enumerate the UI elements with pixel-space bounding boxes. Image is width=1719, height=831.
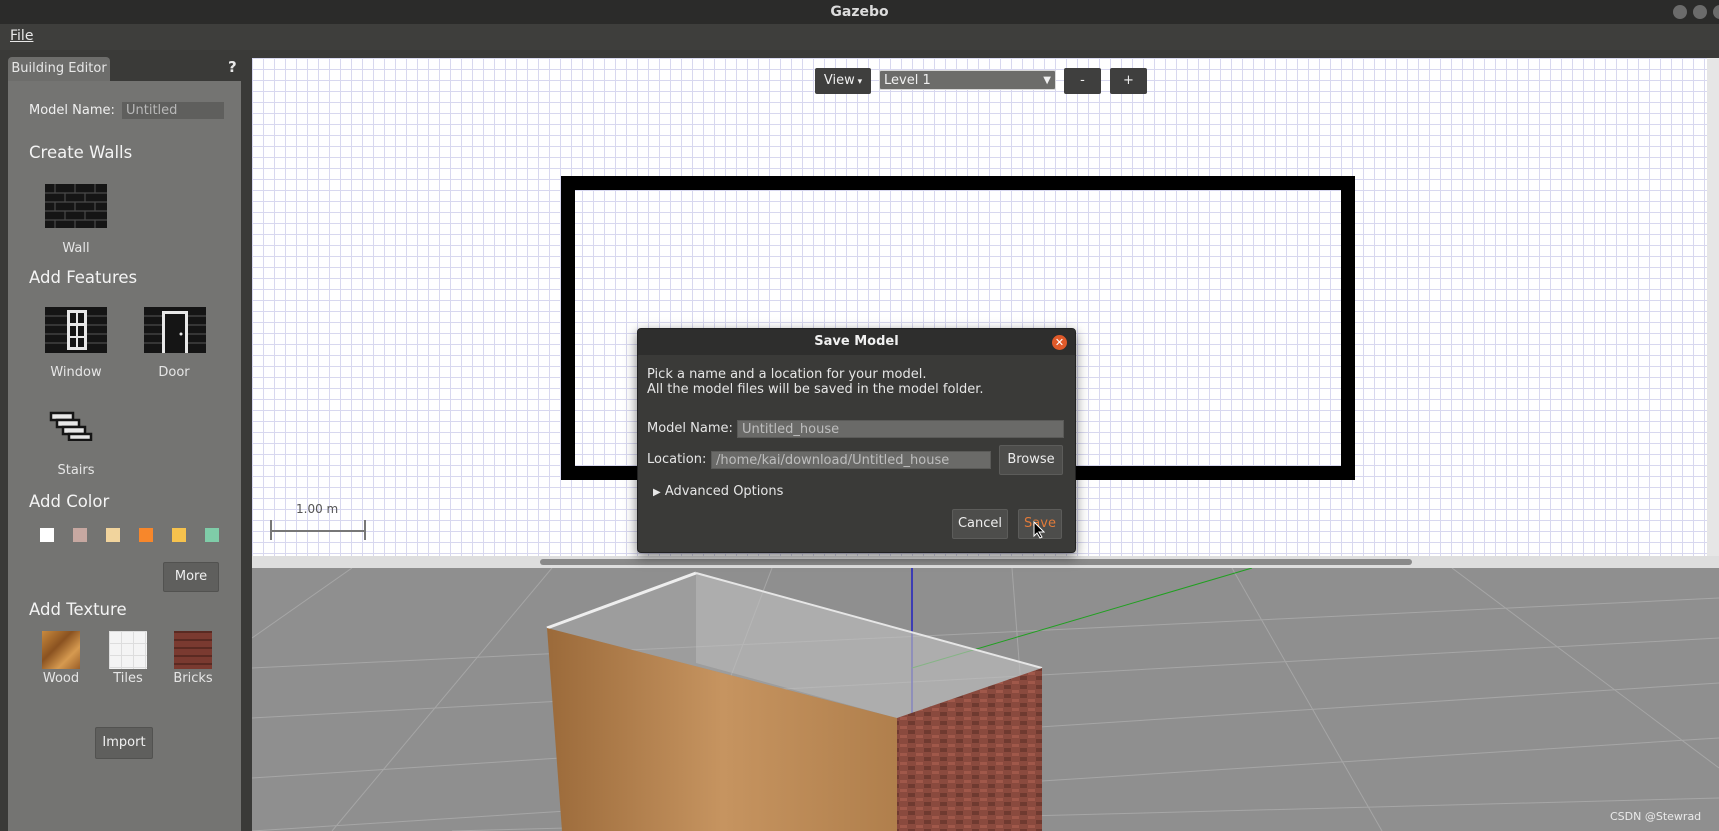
color-swatch-orange[interactable] [139, 528, 153, 542]
model-name-input[interactable]: Untitled_house [737, 420, 1064, 438]
advanced-options-label: Advanced Options [664, 484, 784, 499]
expand-triangle-icon: ▶ [653, 487, 661, 498]
location-input[interactable]: /home/kai/download/Untitled_house [711, 451, 991, 469]
level-label: Level 1 [884, 73, 931, 88]
wall-label: Wall [62, 241, 90, 256]
tab-building-editor[interactable]: Building Editor [8, 57, 110, 81]
import-button[interactable]: Import [95, 727, 153, 759]
cancel-button[interactable]: Cancel [952, 509, 1008, 539]
color-swatch-pink[interactable] [73, 528, 87, 542]
door-icon[interactable] [144, 307, 206, 353]
add-color-heading: Add Color [29, 492, 110, 511]
3d-preview-view[interactable] [252, 568, 1719, 831]
stairs-label: Stairs [57, 463, 95, 478]
color-swatch-green[interactable] [205, 528, 219, 542]
create-walls-heading: Create Walls [29, 143, 133, 162]
scale-label: 1.00 m [296, 502, 339, 516]
mouse-cursor-icon [1033, 520, 1046, 543]
door-label: Door [158, 365, 190, 380]
add-features-heading: Add Features [29, 268, 138, 287]
color-swatch-yellow[interactable] [172, 528, 186, 542]
window-icon[interactable] [45, 307, 107, 353]
color-swatch-white[interactable] [40, 528, 54, 542]
help-icon[interactable]: ? [228, 58, 237, 76]
watermark: CSDN @Stewrad [1610, 810, 1702, 823]
window-titlebar: Gazebo [0, 0, 1719, 24]
minimize-button[interactable] [1673, 5, 1687, 19]
scale-bar-tick-right [364, 520, 366, 540]
dropdown-arrow-icon: ▾ [854, 77, 863, 87]
stairs-icon[interactable] [49, 411, 93, 442]
more-colors-button[interactable]: More [163, 562, 219, 592]
editor-vertical-scrollbar[interactable] [1707, 58, 1719, 556]
wall-icon[interactable] [45, 184, 107, 228]
level-add-button[interactable]: + [1110, 68, 1147, 94]
level-select[interactable]: Level 1 ▼ [879, 70, 1056, 90]
model-name-field[interactable]: Untitled [122, 102, 224, 119]
scale-bar [270, 530, 366, 532]
building-editor-panel [8, 81, 241, 831]
window-label: Window [50, 365, 102, 380]
color-swatch-beige[interactable] [106, 528, 120, 542]
dialog-info-line-1: Pick a name and a location for your mode… [647, 367, 927, 382]
close-icon[interactable]: ✕ [1052, 335, 1067, 350]
tiles-texture-icon[interactable] [109, 631, 147, 669]
model-name-label: Model Name: [647, 421, 733, 436]
chevron-down-icon: ▼ [1043, 75, 1051, 86]
scale-bar-tick-left [270, 520, 272, 540]
scrollbar-thumb[interactable] [540, 559, 1412, 565]
3d-scene [252, 568, 1719, 831]
dialog-info-line-2: All the model files will be saved in the… [647, 382, 984, 397]
menu-file[interactable]: File [10, 28, 33, 44]
wood-texture-icon[interactable] [42, 631, 80, 669]
maximize-button[interactable] [1693, 5, 1707, 19]
level-remove-button[interactable]: - [1064, 68, 1101, 94]
advanced-options-toggle[interactable]: ▶ Advanced Options [653, 484, 783, 499]
window-title: Gazebo [830, 4, 889, 20]
add-texture-heading: Add Texture [29, 600, 127, 619]
dialog-title: Save Model [638, 329, 1075, 355]
location-label: Location: [647, 452, 707, 467]
bricks-texture-icon[interactable] [174, 631, 212, 669]
save-model-dialog: Save Model ✕ Pick a name and a location … [637, 328, 1076, 553]
view-label: View [823, 73, 855, 88]
menu-bar: File [0, 24, 1719, 50]
model-name-label: Model Name: [29, 103, 115, 118]
view-menu-button[interactable]: View ▾ [815, 68, 871, 94]
browse-button[interactable]: Browse [999, 445, 1063, 475]
bricks-label: Bricks [173, 671, 213, 686]
